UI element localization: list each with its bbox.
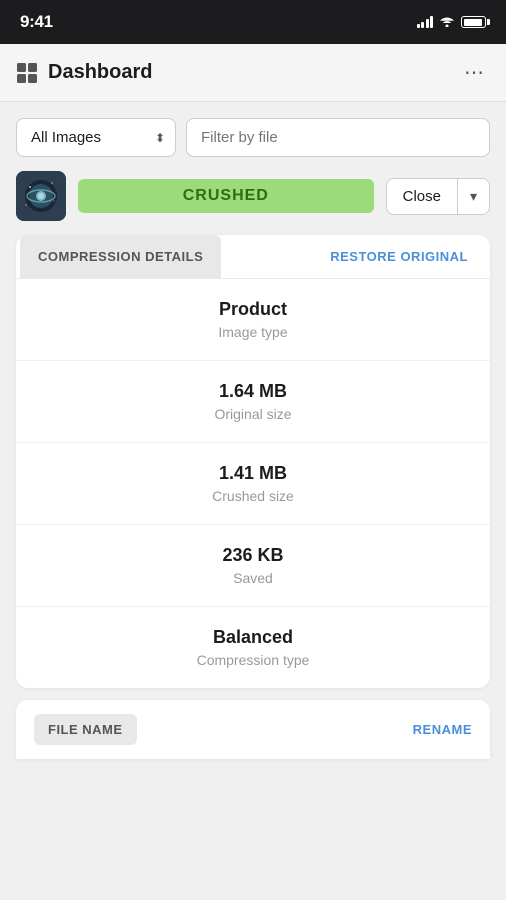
detail-rows: Product Image type 1.64 MB Original size… (16, 279, 490, 688)
detail-label: Compression type (32, 652, 474, 668)
header: Dashboard ⋯ (0, 44, 506, 102)
page-title: Dashboard (48, 61, 152, 84)
grid-icon (16, 62, 38, 84)
status-icons (417, 15, 487, 30)
file-name-card: FILE NAME RENAME (16, 700, 490, 759)
status-bar: 9:41 (0, 0, 506, 44)
detail-row: 1.41 MB Crushed size (16, 443, 490, 525)
file-name-tab-label: FILE NAME (34, 714, 137, 745)
detail-row: 236 KB Saved (16, 525, 490, 607)
header-left: Dashboard (16, 61, 152, 84)
close-button-group: Close ▾ (386, 178, 490, 215)
filter-row: All Images Crushed Original ⬍ (16, 118, 490, 157)
detail-label: Crushed size (32, 488, 474, 504)
close-dropdown-button[interactable]: ▾ (458, 179, 489, 214)
file-name-card-header: FILE NAME RENAME (16, 700, 490, 759)
more-icon: ⋯ (464, 60, 486, 85)
image-thumbnail (16, 171, 66, 221)
detail-value: 236 KB (32, 545, 474, 566)
chevron-down-icon: ▾ (470, 188, 477, 204)
wifi-icon (439, 15, 455, 30)
detail-value: Balanced (32, 627, 474, 648)
card-tabs: COMPRESSION DETAILS RESTORE ORIGINAL (16, 235, 490, 279)
image-filter-select-wrapper: All Images Crushed Original ⬍ (16, 118, 176, 157)
rename-action[interactable]: RENAME (413, 722, 472, 737)
image-row: CRUSHED Close ▾ (16, 171, 490, 221)
detail-row: 1.64 MB Original size (16, 361, 490, 443)
status-time: 9:41 (20, 12, 53, 32)
detail-row: Balanced Compression type (16, 607, 490, 688)
image-filter-select[interactable]: All Images Crushed Original (17, 119, 175, 156)
main-content: All Images Crushed Original ⬍ (0, 102, 506, 775)
detail-label: Original size (32, 406, 474, 422)
compression-details-card: COMPRESSION DETAILS RESTORE ORIGINAL Pro… (16, 235, 490, 688)
detail-value: Product (32, 299, 474, 320)
tab-restore-original[interactable]: RESTORE ORIGINAL (312, 235, 486, 278)
signal-icon (417, 16, 434, 28)
detail-value: 1.64 MB (32, 381, 474, 402)
tab-compression-details[interactable]: COMPRESSION DETAILS (20, 235, 221, 278)
battery-icon (461, 16, 486, 28)
close-button[interactable]: Close (387, 179, 458, 214)
filter-by-file-input[interactable] (186, 118, 490, 157)
detail-label: Saved (32, 570, 474, 586)
detail-row: Product Image type (16, 279, 490, 361)
more-options-button[interactable]: ⋯ (460, 56, 490, 89)
crushed-badge: CRUSHED (78, 179, 374, 213)
detail-value: 1.41 MB (32, 463, 474, 484)
detail-label: Image type (32, 324, 474, 340)
